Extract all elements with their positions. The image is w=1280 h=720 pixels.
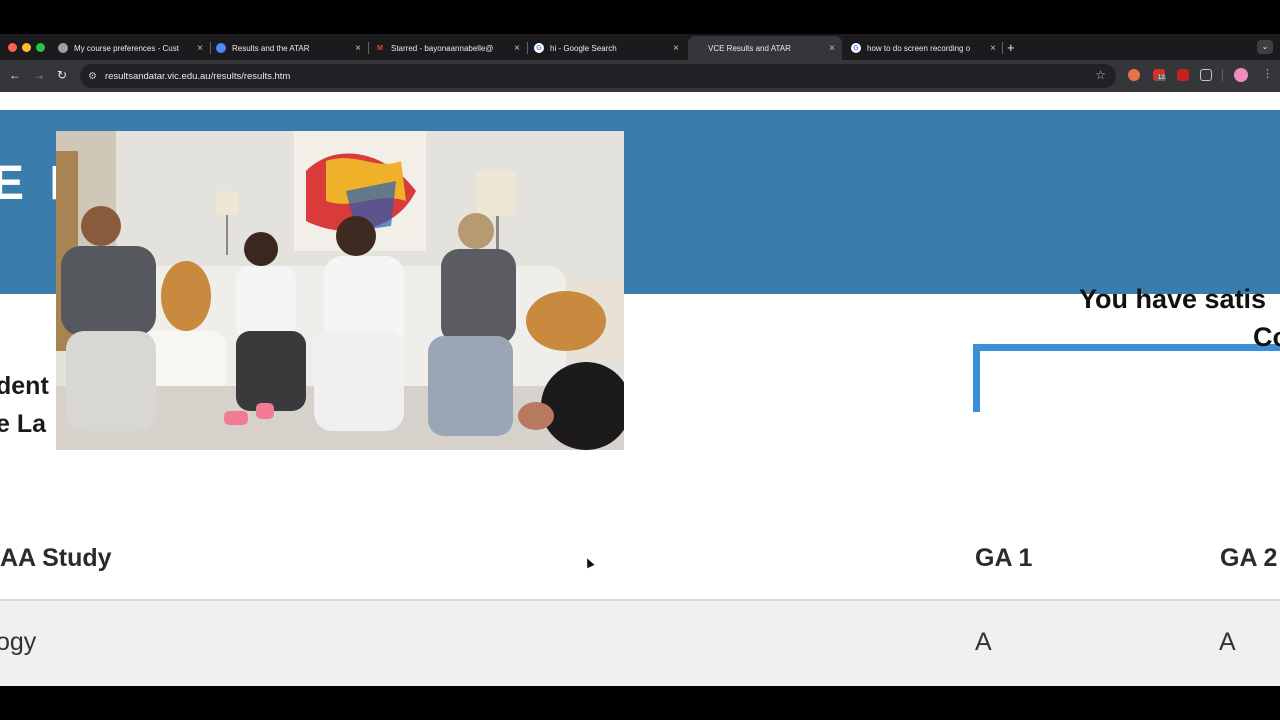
more-menu-icon[interactable]: ⋮ [1262, 67, 1273, 80]
google-icon: G [851, 43, 861, 53]
tab-separator [1002, 42, 1003, 54]
column-header-ga1: GA 1 [975, 544, 1033, 572]
close-tab-icon[interactable]: × [194, 43, 206, 54]
close-window-button[interactable] [8, 43, 17, 52]
google-icon: G [534, 43, 544, 53]
tab-screen-recording[interactable]: G how to do screen recording o × [849, 36, 999, 60]
close-tab-icon[interactable]: × [511, 43, 523, 54]
tab-vce-results[interactable]: VCE Results and ATAR × [688, 36, 842, 60]
gmail-icon: M [377, 44, 383, 52]
maximize-window-button[interactable] [36, 43, 45, 52]
tab-strip: My course preferences - Cust × Results a… [0, 34, 1280, 60]
video-overlay-photo [56, 131, 624, 450]
tab-label: My course preferences - Cust [74, 43, 179, 53]
satisfied-box-border [973, 344, 1280, 412]
tab-separator [210, 42, 211, 54]
tab-google-search[interactable]: G hi - Google Search × [532, 36, 682, 60]
satisfied-heading-line2: Co [1253, 322, 1280, 352]
family-reaction-image [56, 131, 624, 450]
tab-separator [527, 42, 528, 54]
browser-chrome: My course preferences - Cust × Results a… [0, 34, 1280, 92]
ga2-cell: A [1219, 628, 1236, 656]
tab-label: Results and the ATAR [232, 43, 310, 53]
profile-avatar[interactable] [1234, 68, 1248, 82]
back-arrow-icon[interactable]: ← [9, 68, 21, 82]
minimize-window-button[interactable] [22, 43, 31, 52]
tab-gmail-starred[interactable]: M Starred - bayonaannabelle@ × [373, 36, 523, 60]
satisfied-heading-line1: You have satis [1079, 284, 1267, 314]
address-bar[interactable]: ⚙ resultsandatar.vic.edu.au/results/resu… [80, 64, 1116, 88]
forward-arrow-icon[interactable]: → [33, 68, 45, 82]
extension-badge: 12 [1157, 75, 1166, 81]
study-cell: ogy [0, 628, 37, 656]
toolbar-divider [1222, 69, 1223, 81]
toolbar: ← → ↻ ⚙ resultsandatar.vic.edu.au/result… [0, 60, 1280, 92]
close-tab-icon[interactable]: × [670, 43, 682, 54]
column-header-ga2: GA 2 [1220, 544, 1278, 572]
student-name-line1: dent [0, 372, 49, 400]
bookmark-star-icon[interactable]: ☆ [1095, 68, 1106, 82]
close-tab-icon[interactable]: × [352, 43, 364, 54]
tab-course-preferences[interactable]: My course preferences - Cust × [56, 36, 206, 60]
tab-label: VCE Results and ATAR [708, 43, 791, 53]
globe-icon [58, 43, 68, 53]
table-row [0, 599, 1280, 686]
tab-separator [368, 42, 369, 54]
close-tab-icon[interactable]: × [826, 43, 838, 54]
tab-label: how to do screen recording o [867, 43, 971, 53]
url-text[interactable]: resultsandatar.vic.edu.au/results/result… [105, 71, 290, 82]
close-tab-icon[interactable]: × [987, 43, 999, 54]
mouse-cursor [583, 556, 595, 569]
tab-label: Starred - bayonaannabelle@ [391, 43, 494, 53]
tab-search-button[interactable]: ⌄ [1257, 40, 1273, 54]
column-header-study: AA Study [0, 544, 112, 572]
tab-results-atar[interactable]: Results and the ATAR × [214, 36, 364, 60]
extension-icon[interactable] [1177, 69, 1189, 81]
new-tab-button[interactable]: + [1007, 40, 1015, 55]
reload-icon[interactable]: ↻ [57, 68, 67, 82]
ga1-cell: A [975, 628, 992, 656]
student-name-line2: e La [0, 410, 47, 438]
tab-label: hi - Google Search [550, 43, 617, 53]
site-info-icon[interactable]: ⚙ [88, 71, 97, 82]
puzzle-extensions-icon[interactable] [1200, 69, 1212, 81]
extension-icon[interactable] [1128, 69, 1140, 81]
chrome-icon [216, 43, 226, 53]
